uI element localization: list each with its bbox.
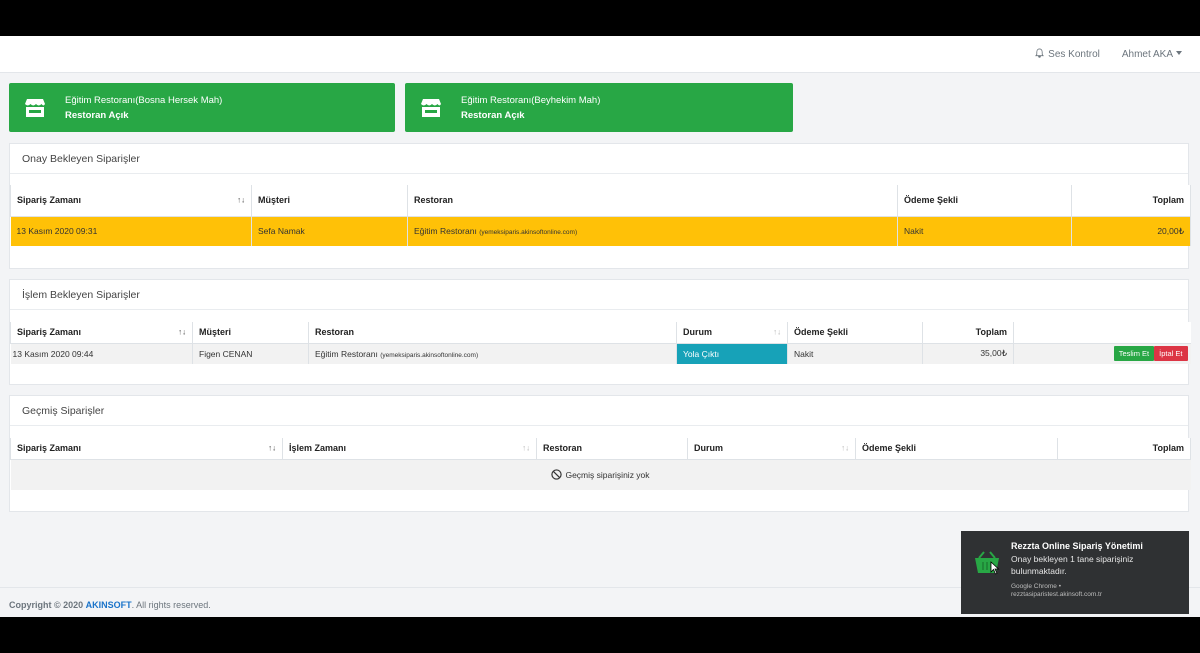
column-header-total: Toplam: [922, 322, 1014, 344]
column-header-restaurant: Restoran: [308, 322, 677, 344]
column-header-customer: Müşteri: [251, 185, 408, 217]
chevron-down-icon: [1176, 50, 1182, 55]
pending-approval-table: Sipariş Zamanı ↑↓ Müşteri Restoran Ödeme …: [10, 185, 1191, 246]
restaurant-card-bosna[interactable]: Eğitim Restoranı(Bosna Hersek Mah) Resto…: [9, 83, 395, 132]
column-header-status[interactable]: Durum ↑↓: [676, 322, 788, 344]
restaurant-cell: Eğitim Restoranı (yemeksiparis.akinsofto…: [308, 343, 677, 364]
empty-message: Geçmiş siparişiniz yok: [11, 459, 1191, 490]
sound-control-link[interactable]: Ses Kontrol: [1035, 48, 1100, 60]
empty-text: Geçmiş siparişiniz yok: [565, 470, 650, 481]
column-header-total: Toplam: [1071, 185, 1191, 217]
sort-icon[interactable]: ↑↓: [522, 444, 530, 453]
order-time: 13 Kasım 2020 09:31: [10, 216, 252, 246]
brand-link[interactable]: AKINSOFT: [86, 600, 132, 610]
restaurant-url: (yemeksiparis.akinsoftonline.com): [479, 229, 578, 237]
restaurant-name: Eğitim Restoranı(Beyhekim Mah): [461, 94, 601, 106]
copyright-prefix: Copyright © 2020: [9, 600, 84, 610]
sort-icon[interactable]: ↑↓: [237, 196, 245, 205]
notification-message: Onay bekleyen 1 tane siparişiniz bulunma…: [1011, 554, 1134, 576]
order-history-panel: Geçmiş Siparişler Sipariş Zamanı ↑↓ İşlem…: [9, 395, 1191, 512]
notification-source-url: rezztasiparistest.akinsoft.com.tr: [1011, 591, 1103, 598]
restaurant-status: Restoran Açık: [65, 109, 129, 121]
sort-icon[interactable]: ↑↓: [773, 328, 781, 337]
restaurant-card-beyhekim[interactable]: Eğitim Restoranı(Beyhekim Mah) Restoran …: [405, 83, 793, 132]
deliver-button[interactable]: Teslim Et: [1113, 346, 1155, 362]
column-header-payment: Ödeme Şekli: [787, 322, 923, 344]
notification-source: Google Chrome • rezztasiparistest.akinso…: [1011, 583, 1181, 599]
table-header-row: Sipariş Zamanı ↑↓ Müşteri Restoran Durum ↑…: [10, 322, 1191, 344]
panel-title: Geçmiş Siparişler: [10, 396, 1188, 426]
ban-icon: [551, 469, 563, 480]
empty-row: Geçmiş siparişiniz yok: [10, 459, 1191, 490]
column-header-payment: Ödeme Şekli: [897, 185, 1072, 217]
pending-process-table: Sipariş Zamanı ↑↓ Müşteri Restoran Durum ↑…: [10, 322, 1191, 364]
column-header-actions: [1013, 322, 1191, 344]
customer-name: Figen CENAN: [192, 343, 309, 364]
mouse-cursor-icon: [990, 561, 1000, 575]
column-header-order-time[interactable]: Sipariş Zamanı ↑↓: [10, 438, 283, 460]
actions-cell: Teslim Et İptal Et: [1014, 343, 1191, 364]
column-header-total: Toplam: [1057, 438, 1191, 460]
user-menu-dropdown[interactable]: Ahmet AKA: [1122, 49, 1182, 60]
panel-title: Onay Bekleyen Siparişler: [10, 144, 1188, 174]
status-badge: Yola Çıktı: [676, 343, 788, 364]
column-header-order-time[interactable]: Sipariş Zamanı ↑↓: [10, 185, 252, 217]
order-total: 20,00₺: [1071, 216, 1191, 246]
restaurant-status: Restoran Açık: [461, 109, 525, 121]
order-total: 35,00₺: [922, 343, 1014, 364]
app-screen: Ses Kontrol Ahmet AKA Eğitim Restoranı(B…: [0, 36, 1200, 617]
copyright: Copyright © 2020 AKINSOFT. All rights re…: [9, 600, 211, 610]
column-header-process-time[interactable]: İşlem Zamanı ↑↓: [282, 438, 537, 460]
user-name: Ahmet AKA: [1121, 48, 1173, 60]
copyright-suffix: . All rights reserved.: [131, 600, 211, 610]
panel-title: İşlem Bekleyen Siparişler: [10, 280, 1188, 310]
restaurant-url: (yemeksiparis.akinsoftonline.com): [380, 351, 479, 359]
sound-control-label: Ses Kontrol: [1048, 49, 1100, 60]
payment-method: Nakit: [897, 216, 1072, 246]
store-icon: [25, 98, 45, 117]
table-row[interactable]: 13 Kasım 2020 09:31 Sefa Namak Eğitim Re…: [10, 216, 1191, 246]
table-row[interactable]: 13 Kasım 2020 09:44 Figen CENAN Eğitim R…: [10, 343, 1191, 364]
pending-approval-panel: Onay Bekleyen Siparişler Sipariş Zamanı ↑…: [9, 143, 1191, 269]
sort-icon[interactable]: ↑↓: [841, 444, 849, 453]
payment-method: Nakit: [787, 343, 923, 364]
column-header-payment: Ödeme Şekli: [855, 438, 1058, 460]
restaurant-name: Eğitim Restoranı(Bosna Hersek Mah): [65, 94, 223, 106]
table-header-row: Sipariş Zamanı ↑↓ İşlem Zamanı ↑↓ Restoran…: [10, 438, 1191, 460]
order-history-table: Sipariş Zamanı ↑↓ İşlem Zamanı ↑↓ Restoran…: [10, 438, 1191, 490]
pending-process-panel: İşlem Bekleyen Siparişler Sipariş Zamanı…: [9, 279, 1191, 385]
column-header-order-time[interactable]: Sipariş Zamanı ↑↓: [10, 322, 193, 344]
table-header-row: Sipariş Zamanı ↑↓ Müşteri Restoran Ödeme …: [10, 185, 1191, 217]
order-time: 13 Kasım 2020 09:44: [10, 343, 193, 364]
column-header-customer: Müşteri: [192, 322, 309, 344]
store-icon: [421, 98, 441, 117]
top-navbar: Ses Kontrol Ahmet AKA: [0, 36, 1200, 73]
column-header-restaurant: Restoran: [407, 185, 898, 217]
column-header-status[interactable]: Durum ↑↓: [687, 438, 856, 460]
sort-icon[interactable]: ↑↓: [178, 328, 186, 337]
sort-icon[interactable]: ↑↓: [268, 444, 276, 453]
cancel-order-button[interactable]: İptal Et: [1154, 346, 1188, 362]
column-header-restaurant: Restoran: [536, 438, 688, 460]
notification-title: Rezzta Online Sipariş Yönetimi: [1011, 541, 1143, 551]
notification-source-app: Google Chrome •: [1011, 583, 1061, 590]
restaurant-cell: Eğitim Restoranı (yemeksiparis.akinsofto…: [407, 216, 898, 246]
bell-icon: [1035, 48, 1045, 58]
customer-name: Sefa Namak: [251, 216, 408, 246]
